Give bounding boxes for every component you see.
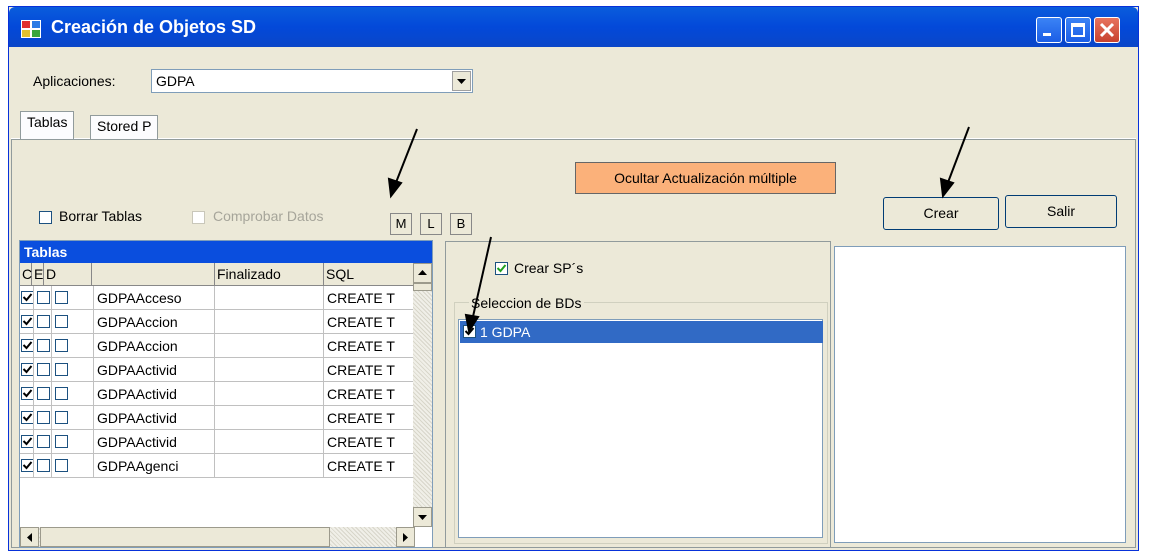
annotation-arrows [387,126,970,334]
arrow-head-icon [464,313,480,334]
annotation-arrow-m [394,128,418,186]
annotation-arrow-crear [946,126,970,186]
main-window: Creación de Objetos SD Aplicaciones: GDP… [8,6,1139,551]
arrow-head-icon [387,177,403,199]
arrow-head-icon [939,177,955,199]
annotation-arrow-bds [471,236,492,322]
